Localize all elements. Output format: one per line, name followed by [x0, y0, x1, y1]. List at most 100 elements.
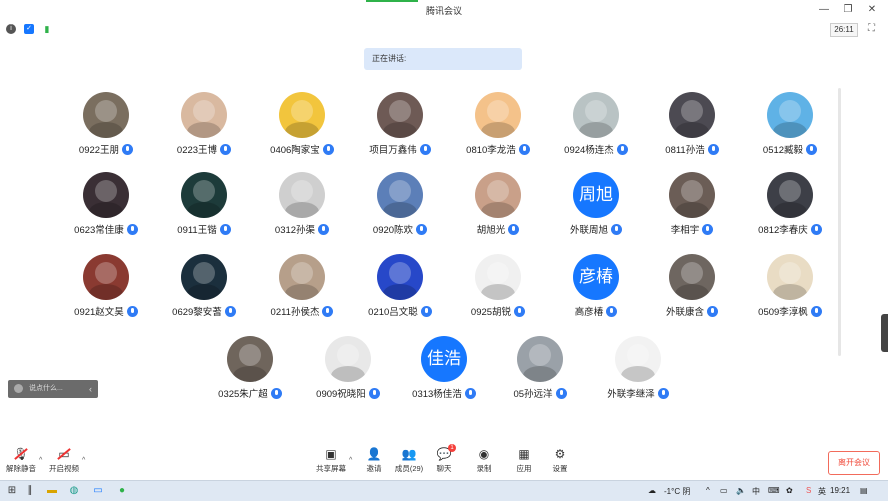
participant-tile[interactable]: 0325朱广超: [200, 336, 300, 402]
tencent-meeting-icon[interactable]: ▭: [92, 485, 104, 497]
participant-avatar: [325, 336, 371, 382]
participant-avatar: [767, 254, 813, 300]
mic-icon: [702, 223, 714, 235]
participant-tile[interactable]: 周旭 外联周旭: [546, 172, 646, 238]
participant-tile[interactable]: 0921赵文昊: [56, 254, 156, 320]
participant-tile[interactable]: 0629黎安蓍: [154, 254, 254, 320]
participant-tile[interactable]: 0406陶家宝: [252, 92, 352, 158]
participant-name-row: 0623常佳康: [74, 222, 138, 236]
restore-button[interactable]: ❐: [836, 2, 860, 18]
grid-scrollbar[interactable]: [838, 88, 841, 356]
edge-browser-icon[interactable]: ◍: [68, 485, 80, 497]
leave-meeting-button[interactable]: 离开会议: [828, 451, 880, 475]
gear-icon: ⚙: [554, 447, 566, 461]
participant-tile[interactable]: 外联康含: [642, 254, 742, 320]
participant-name: 0210吕文聪: [368, 307, 418, 318]
participant-tile[interactable]: 胡旭光: [448, 172, 548, 238]
settings-button[interactable]: ⚙ 设置: [548, 447, 572, 474]
participant-tile[interactable]: 0911王锴: [154, 172, 254, 238]
taskbar-clock[interactable]: 19:21: [830, 486, 850, 495]
participant-avatar: 周旭: [573, 172, 619, 218]
mic-icon: [707, 143, 719, 155]
mic-muted-icon: 🎙: [13, 447, 29, 461]
participant-tile[interactable]: 佳浩 0313杨佳浩: [394, 336, 494, 402]
participant-name-row: 0925胡锐: [471, 304, 526, 318]
participant-tile[interactable]: 0210吕文聪: [350, 254, 450, 320]
participant-tile[interactable]: 0623常佳康: [56, 172, 156, 238]
side-panel-handle[interactable]: [881, 314, 888, 352]
volume-icon[interactable]: 🔈: [736, 486, 746, 495]
participant-tile[interactable]: 外联李继泽: [588, 336, 688, 402]
participant-tile[interactable]: 0925胡锐: [448, 254, 548, 320]
ime-indicator-2[interactable]: 英: [818, 486, 826, 497]
fullscreen-icon[interactable]: ⛶: [868, 23, 880, 35]
participant-name: 高彦椿: [574, 307, 604, 318]
ime-indicator[interactable]: 中: [752, 486, 760, 497]
participant-tile[interactable]: 0810李龙浩: [448, 92, 548, 158]
participant-tile[interactable]: 0223王博: [154, 92, 254, 158]
participant-tile[interactable]: 李相宇: [642, 172, 742, 238]
participant-avatar: [279, 92, 325, 138]
network-icon[interactable]: ▭: [720, 486, 728, 495]
meeting-toolbar: 🎙 解除静音 ^ ▭ 开启视频 ^ ▣ 共享屏幕 ^ 👤 邀请 👥 成员(29)…: [0, 443, 888, 481]
invite-button[interactable]: 👤 邀请: [362, 447, 386, 474]
participant-tile[interactable]: 0812李春庆: [740, 172, 840, 238]
participant-name-row: 0921赵文昊: [74, 304, 138, 318]
mic-icon: [224, 305, 236, 317]
participant-tile[interactable]: 0312孙渠: [252, 172, 352, 238]
participant-avatar: [475, 92, 521, 138]
info-icon[interactable]: i: [6, 24, 16, 34]
chat-input[interactable]: 说点什么... ‹: [8, 380, 98, 398]
task-view-icon[interactable]: ∥: [24, 485, 36, 497]
chat-button[interactable]: 💬 1 聊天: [432, 444, 456, 474]
participant-tile[interactable]: 0922王朋: [56, 92, 156, 158]
tray-app-icon[interactable]: ✿: [786, 486, 793, 495]
participant-tile[interactable]: 0811孙浩: [642, 92, 742, 158]
record-button[interactable]: ◉ 录制: [472, 447, 496, 474]
participant-name-row: 项目万鑫伟: [369, 142, 431, 156]
participant-tile[interactable]: 0924杨连杰: [546, 92, 646, 158]
share-options-caret[interactable]: ^: [349, 457, 352, 464]
participant-avatar: [767, 92, 813, 138]
wechat-icon[interactable]: ●: [116, 485, 128, 497]
participant-name: 0406陶家宝: [270, 145, 320, 156]
participant-tile[interactable]: 05孙远洋: [490, 336, 590, 402]
participant-tile[interactable]: 0512臧毅: [740, 92, 840, 158]
notifications-icon[interactable]: ▤: [860, 486, 868, 495]
participant-avatar: [517, 336, 563, 382]
participant-avatar: [181, 92, 227, 138]
mic-icon: [322, 305, 334, 317]
share-screen-button[interactable]: ▣ 共享屏幕: [314, 447, 348, 474]
sogou-icon[interactable]: S: [806, 486, 811, 495]
participant-tile[interactable]: 0509李淳枫: [740, 254, 840, 320]
apps-button[interactable]: ▦ 应用: [512, 447, 536, 474]
signal-icon[interactable]: ▮: [42, 24, 52, 34]
close-button[interactable]: ✕: [860, 2, 884, 18]
windows-start-icon[interactable]: ⊞: [6, 485, 18, 497]
shield-icon[interactable]: ✓: [24, 24, 34, 34]
unmute-button[interactable]: 🎙 解除静音: [6, 447, 36, 474]
participant-tile[interactable]: 彦椿 高彦椿: [546, 254, 646, 320]
participant-name: 0312孙渠: [274, 225, 316, 236]
participant-tile[interactable]: 0909祝晓阳: [298, 336, 398, 402]
participant-name-row: 0325朱广超: [218, 386, 282, 400]
participant-name-row: 0211孙侯杰: [271, 304, 334, 318]
file-explorer-icon[interactable]: ▬: [46, 485, 58, 497]
start-video-button[interactable]: ▭ 开启视频: [48, 447, 80, 474]
participant-name: 外联李继泽: [607, 389, 655, 400]
audio-options-caret[interactable]: ^: [39, 457, 42, 464]
participant-tile[interactable]: 0920陈欢: [350, 172, 450, 238]
minimize-button[interactable]: —: [812, 2, 836, 18]
participant-avatar: [475, 254, 521, 300]
video-options-caret[interactable]: ^: [82, 457, 85, 464]
members-button[interactable]: 👥 成员(29): [393, 447, 425, 474]
chevron-left-icon[interactable]: ‹: [89, 380, 92, 398]
participant-name: 0325朱广超: [218, 389, 268, 400]
participant-tile[interactable]: 0211孙侯杰: [252, 254, 352, 320]
keyboard-icon[interactable]: ⌨: [768, 486, 780, 495]
participant-name: 0512臧毅: [762, 145, 804, 156]
emoji-icon[interactable]: [14, 383, 23, 393]
participant-tile[interactable]: 项目万鑫伟: [350, 92, 450, 158]
tray-expand-icon[interactable]: ^: [706, 486, 710, 495]
info-bar: i ✓ ▮: [0, 20, 888, 38]
